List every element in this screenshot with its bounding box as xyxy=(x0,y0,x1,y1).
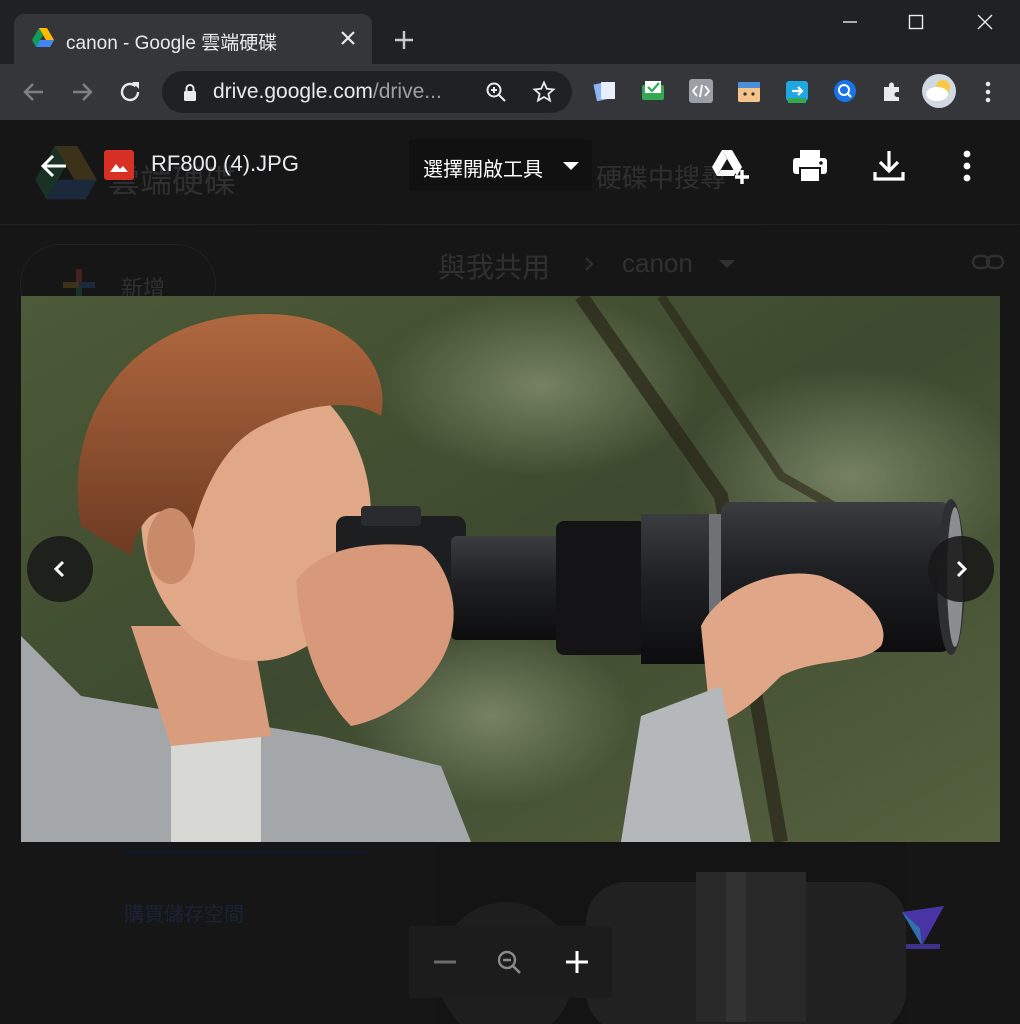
previous-file-button[interactable] xyxy=(27,536,93,602)
google-drive-icon xyxy=(32,28,54,47)
link-icon[interactable] xyxy=(970,250,1006,274)
zoom-reset-icon[interactable] xyxy=(495,948,523,976)
image-file-icon xyxy=(104,150,134,180)
breadcrumb-current[interactable]: canon xyxy=(622,248,693,279)
new-tab-icon[interactable] xyxy=(390,26,418,54)
next-file-button[interactable] xyxy=(928,536,994,602)
mail-check-extension-icon[interactable] xyxy=(640,78,666,104)
photo-of-man-with-telephoto-lens xyxy=(21,296,1000,842)
forward-icon[interactable] xyxy=(68,78,96,106)
url-text: drive.google.com/drive... xyxy=(213,80,442,104)
tab-title: canon - Google 雲端硬碟 xyxy=(66,33,278,54)
zoom-out-icon[interactable] xyxy=(431,948,459,976)
notes-extension-icon[interactable] xyxy=(592,78,618,104)
chevron-right-icon xyxy=(956,560,968,578)
print-icon[interactable] xyxy=(790,146,830,186)
share-extension-icon[interactable] xyxy=(784,78,810,104)
breadcrumb-dropdown-icon[interactable] xyxy=(716,258,738,270)
address-bar[interactable]: drive.google.com/drive... xyxy=(162,71,572,113)
zoom-controls xyxy=(409,926,612,998)
url-host: drive.google.com xyxy=(213,80,373,103)
code-extension-icon[interactable] xyxy=(688,78,714,104)
storage-bar xyxy=(124,850,366,854)
file-preview-overlay: 雲端硬碟 硬碟中搜尋 新增 與我共用 canon 購買儲存空間 RF800 (4… xyxy=(0,120,1020,1024)
watermark-logo-icon xyxy=(902,906,944,949)
browser-toolbar: drive.google.com/drive... xyxy=(0,64,1020,120)
bookmark-star-icon[interactable] xyxy=(532,80,556,104)
search-extension-icon[interactable] xyxy=(832,78,858,104)
browser-tab[interactable]: canon - Google 雲端硬碟 xyxy=(14,14,372,64)
buy-storage-link[interactable]: 購買儲存空間 xyxy=(124,898,244,927)
preview-image[interactable] xyxy=(21,296,1000,842)
chevron-left-icon xyxy=(53,560,65,578)
viewer-header: RF800 (4).JPG 選擇開啟工具 xyxy=(0,120,1020,216)
add-to-drive-icon[interactable] xyxy=(710,146,750,186)
open-with-label: 選擇開啟工具 xyxy=(423,159,543,181)
lock-icon[interactable] xyxy=(180,82,200,102)
open-with-button[interactable]: 選擇開啟工具 xyxy=(409,139,592,191)
url-path: /drive... xyxy=(372,80,442,103)
maximize-window-icon[interactable] xyxy=(902,8,930,36)
weather-avatar-icon xyxy=(926,80,950,101)
zoom-in-icon[interactable] xyxy=(563,948,591,976)
breadcrumb-chevron-icon xyxy=(585,257,594,271)
puzzle-extensions-icon[interactable] xyxy=(879,78,905,104)
reload-icon[interactable] xyxy=(116,78,144,106)
download-icon[interactable] xyxy=(869,146,909,186)
browser-menu-icon[interactable] xyxy=(976,78,1000,106)
tofu-extension-icon[interactable] xyxy=(736,78,762,104)
file-name: RF800 (4).JPG xyxy=(151,151,299,176)
profile-avatar[interactable] xyxy=(922,74,956,108)
back-arrow-icon[interactable] xyxy=(38,150,70,182)
dropdown-caret-icon xyxy=(563,162,579,170)
more-vert-icon[interactable] xyxy=(947,146,987,186)
back-icon[interactable] xyxy=(20,78,48,106)
zoom-icon[interactable] xyxy=(484,80,508,104)
breadcrumb-parent[interactable]: 與我共用 xyxy=(438,246,550,286)
minimize-window-icon[interactable] xyxy=(836,8,864,36)
close-tab-icon[interactable] xyxy=(336,26,360,50)
browser-tab-strip: canon - Google 雲端硬碟 xyxy=(0,0,1020,64)
close-window-icon[interactable] xyxy=(971,8,999,36)
header-divider xyxy=(0,224,1020,225)
